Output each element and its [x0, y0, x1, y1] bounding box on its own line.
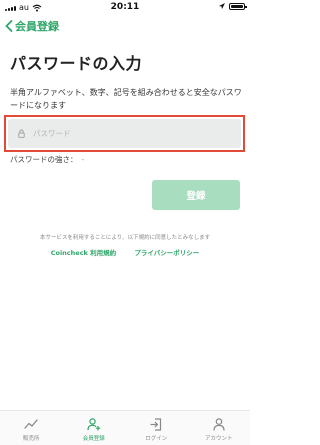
tab-bar: 販売所 会員登録 ログイン アカウント	[0, 410, 250, 445]
tab-label: 販売所	[22, 436, 40, 442]
status-bar: au 20:11	[0, 0, 250, 16]
status-right	[219, 3, 247, 10]
password-input[interactable]	[33, 129, 213, 138]
battery-icon	[229, 3, 247, 10]
tab-exchange[interactable]: 販売所	[0, 411, 63, 445]
account-icon	[213, 417, 225, 431]
login-icon	[150, 417, 162, 431]
back-button[interactable]: 会員登録	[5, 18, 59, 34]
password-strength: パスワードの強さ： -	[10, 154, 84, 165]
terms-note: 本サービスを利用することにより、以下規約に同意したとみなします	[39, 235, 211, 241]
lock-icon	[18, 129, 25, 138]
password-instruction: 半角アルファベット、数字、記号を組み合わせると安全なパスワードになります	[10, 88, 242, 110]
chevron-left-icon	[5, 20, 13, 32]
tab-account[interactable]: アカウント	[188, 411, 251, 445]
password-strength-label: パスワードの強さ：	[10, 155, 78, 164]
tab-login[interactable]: ログイン	[125, 411, 188, 445]
page-title: パスワードの入力	[10, 54, 143, 73]
terms-of-service-link[interactable]: Coincheck 利用規約	[51, 249, 116, 257]
register-button[interactable]: 登録	[152, 180, 240, 210]
back-label: 会員登録	[15, 20, 59, 33]
chart-line-icon	[24, 417, 38, 431]
status-time: 20:11	[110, 2, 140, 12]
legal-links: Coincheck 利用規約 プライバシーポリシー	[0, 247, 250, 257]
password-field[interactable]	[8, 119, 241, 148]
location-icon	[219, 3, 225, 9]
tab-label: 会員登録	[82, 436, 105, 442]
add-user-icon	[87, 417, 101, 431]
tab-register[interactable]: 会員登録	[63, 411, 126, 445]
privacy-policy-link[interactable]: プライバシーポリシー	[134, 249, 199, 257]
tab-label: アカウント	[204, 436, 233, 442]
password-strength-value: -	[81, 155, 85, 164]
tab-label: ログイン	[145, 436, 168, 442]
